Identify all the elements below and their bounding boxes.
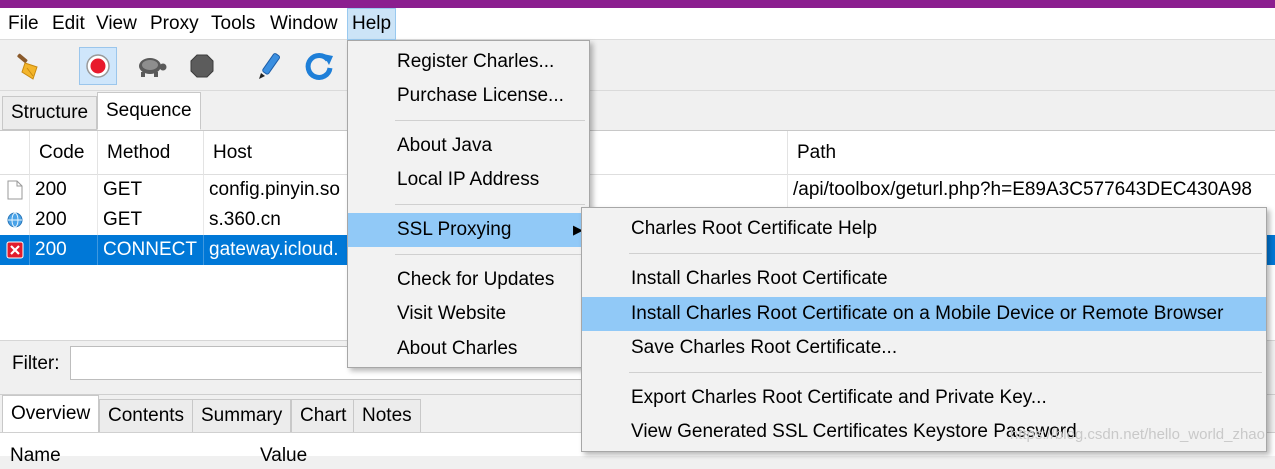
globe-icon xyxy=(7,212,23,228)
help-menu: Register Charles... Purchase License... … xyxy=(347,40,590,368)
error-icon xyxy=(6,241,24,259)
cell-method: GET xyxy=(98,205,204,235)
menu-separator xyxy=(629,372,1262,373)
menu-separator xyxy=(395,204,585,205)
tab-contents[interactable]: Contents xyxy=(99,399,194,433)
toolbar xyxy=(0,41,1275,91)
menu-item-visit-website[interactable]: Visit Website xyxy=(348,297,589,331)
window-title-strip xyxy=(0,0,1275,8)
menu-item-install-root-cert[interactable]: Install Charles Root Certificate xyxy=(582,262,1266,296)
table-row[interactable]: 200 GET config.pinyin.so /api/toolbox/ge… xyxy=(0,175,1275,205)
breakpoints-button[interactable] xyxy=(183,47,221,85)
compose-button[interactable] xyxy=(250,47,288,85)
menu-bar: File Edit View Proxy Tools Window Help xyxy=(0,8,1275,40)
menu-item-save-root-cert[interactable]: Save Charles Root Certificate... xyxy=(582,331,1266,365)
column-header-path[interactable]: Path xyxy=(788,131,1275,175)
tab-notes[interactable]: Notes xyxy=(353,399,421,433)
menu-view[interactable]: View xyxy=(92,8,141,40)
repeat-button[interactable] xyxy=(300,47,338,85)
record-icon xyxy=(86,54,110,78)
watermark-text: https://blog.csdn.net/hello_world_zhao xyxy=(1009,426,1265,443)
cell-code: 200 xyxy=(30,205,98,235)
document-icon xyxy=(7,180,23,200)
menu-item-about-java[interactable]: About Java xyxy=(348,129,589,163)
clear-session-button[interactable] xyxy=(10,47,48,85)
menu-item-local-ip[interactable]: Local IP Address xyxy=(348,163,589,197)
record-button[interactable] xyxy=(79,47,117,85)
detail-header-value: Value xyxy=(260,445,308,466)
menu-item-about-charles[interactable]: About Charles xyxy=(348,332,589,366)
menu-item-export-cert-key[interactable]: Export Charles Root Certificate and Priv… xyxy=(582,381,1266,415)
menu-help[interactable]: Help xyxy=(347,8,397,40)
menu-item-register[interactable]: Register Charles... xyxy=(348,45,589,79)
tab-sequence[interactable]: Sequence xyxy=(97,92,201,130)
detail-header-name: Name xyxy=(10,445,61,466)
menu-separator xyxy=(395,254,585,255)
tab-summary[interactable]: Summary xyxy=(192,399,292,433)
tab-structure[interactable]: Structure xyxy=(2,96,98,130)
stop-icon xyxy=(190,54,214,78)
menu-item-ssl-proxying-label: SSL Proxying xyxy=(397,219,512,240)
menu-edit[interactable]: Edit xyxy=(48,8,89,40)
filter-label: Filter: xyxy=(12,353,60,374)
table-header: Code Method Host Path xyxy=(0,131,1275,175)
menu-separator xyxy=(629,253,1262,254)
cell-path: /api/toolbox/geturl.php?h=E89A3C577643DE… xyxy=(793,179,1252,200)
cell-method: CONNECT xyxy=(98,235,204,265)
cell-code: 200 xyxy=(30,175,98,205)
menu-item-ssl-proxying[interactable]: SSL Proxying ▶ xyxy=(348,213,589,247)
menu-tools[interactable]: Tools xyxy=(207,8,259,40)
broom-icon xyxy=(17,53,38,80)
menu-window[interactable]: Window xyxy=(266,8,342,40)
cell-method: GET xyxy=(98,175,204,205)
view-tabs: Structure Sequence xyxy=(0,92,1275,130)
tab-overview[interactable]: Overview xyxy=(2,395,100,433)
turtle-icon xyxy=(139,58,167,77)
menu-item-root-cert-help[interactable]: Charles Root Certificate Help xyxy=(582,212,1266,246)
ssl-proxying-submenu: Charles Root Certificate Help Install Ch… xyxy=(581,207,1267,452)
menu-separator xyxy=(395,120,585,121)
throttle-button[interactable] xyxy=(132,47,170,85)
cell-code: 200 xyxy=(30,235,98,265)
tab-chart[interactable]: Chart xyxy=(291,399,356,433)
pen-icon xyxy=(259,53,281,79)
refresh-icon xyxy=(305,52,333,80)
menu-file[interactable]: File xyxy=(4,8,43,40)
menu-item-check-updates[interactable]: Check for Updates xyxy=(348,263,589,297)
menu-item-purchase[interactable]: Purchase License... xyxy=(348,79,589,113)
menu-item-install-root-cert-mobile[interactable]: Install Charles Root Certificate on a Mo… xyxy=(582,297,1266,331)
column-header-code[interactable]: Code xyxy=(30,131,98,175)
menu-proxy[interactable]: Proxy xyxy=(146,8,203,40)
icon-column-header xyxy=(0,131,30,175)
column-header-method[interactable]: Method xyxy=(98,131,204,175)
